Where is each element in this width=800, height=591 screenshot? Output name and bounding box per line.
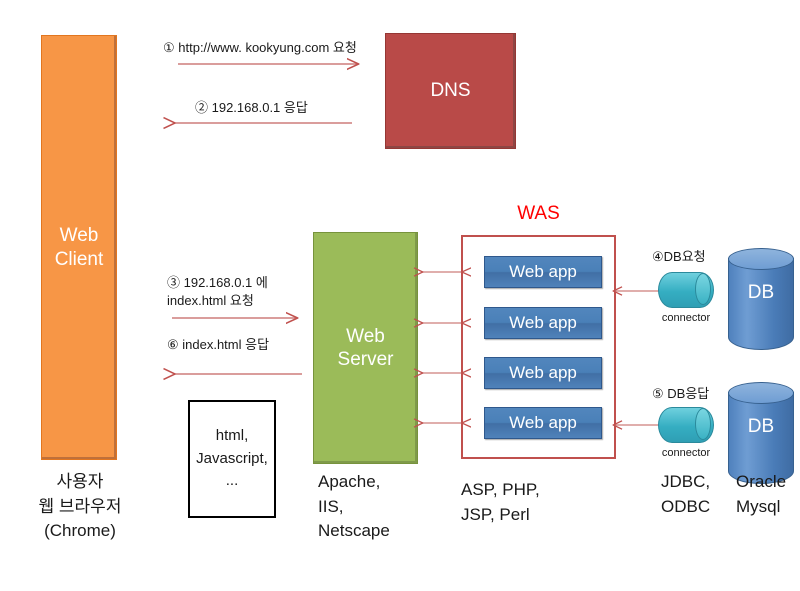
connector-1-label: connector: [661, 312, 711, 324]
step-3-arrow: [172, 312, 307, 324]
connector-1-cap: [695, 273, 711, 305]
web-app-4-label: Web app: [509, 413, 577, 432]
database-2-top: [728, 382, 794, 404]
web-server-node: Web Server: [313, 232, 418, 464]
database-1-body: [728, 258, 794, 350]
web-app-3-label: Web app: [509, 363, 577, 382]
dns-label: DNS: [430, 80, 471, 102]
server-was-arrow-1: [418, 266, 466, 278]
step-2-arrow: [172, 117, 352, 129]
web-app-1: Web app: [484, 256, 602, 288]
step-1-label: ① http://www. kookyung.com 요청: [163, 40, 357, 55]
server-was-arrow-4: [418, 417, 466, 429]
client-content-label: html, Javascript, ...: [196, 427, 268, 490]
dns-node: DNS: [385, 33, 516, 149]
web-app-4: Web app: [484, 407, 602, 439]
web-server-label: Web Server: [337, 325, 394, 370]
web-app-2-label: Web app: [509, 313, 577, 332]
step-6-label: ⑥ index.html 응답: [167, 337, 270, 352]
connector-2-cap: [695, 408, 711, 440]
database-1-label: DB: [747, 282, 775, 303]
web-client-caption: 사용자 웹 브라우저 (Chrome): [38, 472, 122, 541]
client-content-box: html, Javascript, ...: [188, 400, 276, 518]
server-was-arrow-3: [418, 367, 466, 379]
web-app-3: Web app: [484, 357, 602, 389]
web-app-1-label: Web app: [509, 262, 577, 281]
database-1-top: [728, 248, 794, 270]
step-6-arrow: [172, 368, 302, 380]
server-was-arrow-2: [418, 317, 466, 329]
database-2-label: DB: [747, 416, 775, 437]
connector-2-label: connector: [661, 447, 711, 459]
step-1-arrow: [178, 58, 368, 70]
web-client-label: Web Client: [54, 225, 104, 270]
web-client-node: Web Client: [41, 35, 117, 460]
was-label: WAS: [517, 203, 560, 224]
diagram-canvas: Web Client 사용자 웹 브라우저 (Chrome) DNS ① htt…: [0, 0, 800, 591]
web-server-caption: Apache, IIS, Netscape: [318, 472, 390, 541]
web-app-2: Web app: [484, 307, 602, 339]
was-caption: ASP, PHP, JSP, Perl: [461, 480, 540, 524]
connector-1: [658, 272, 714, 308]
step-5-label: ⑤ DB응답: [652, 386, 710, 401]
database-1: DB: [728, 248, 794, 358]
step-4-label: ④DB요청: [652, 249, 706, 264]
step-3-label: ③ 192.168.0.1 에 index.html 요청: [167, 275, 268, 308]
connector-tech-caption: JDBC, ODBC: [661, 472, 711, 516]
step-2-label: ② 192.168.0.1 응답: [195, 100, 308, 115]
database-tech-caption: Oracle Mysql: [736, 472, 787, 516]
connector-2: [658, 407, 714, 443]
